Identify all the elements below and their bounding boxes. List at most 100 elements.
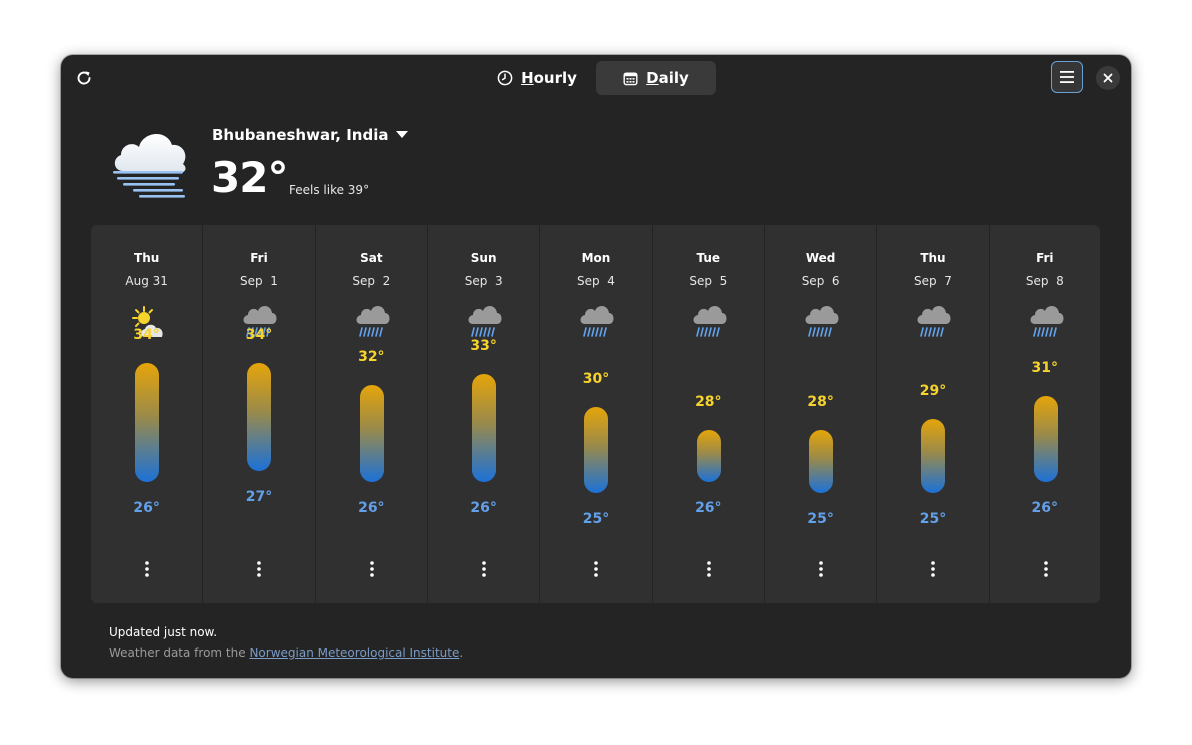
rain-cloud-icon (802, 303, 840, 343)
clock-icon (497, 70, 513, 86)
refresh-icon (77, 71, 91, 85)
day-column: Thu Aug 31 34° 26° (91, 225, 204, 603)
day-column: Thu Sep 7 29° 25° (877, 225, 990, 603)
close-icon (1103, 73, 1113, 83)
temperature-range-bar (921, 418, 946, 493)
day-name: Thu (920, 251, 946, 265)
source-suffix: . (459, 646, 464, 660)
update-status: Updated just now. (109, 625, 218, 639)
temperature-range-bar (471, 374, 496, 482)
more-vertical-icon (482, 561, 486, 577)
low-temperature: 25° (807, 511, 834, 527)
chevron-down-icon (396, 131, 409, 138)
day-name: Tue (696, 251, 721, 265)
data-source: Weather data from the Norwegian Meteorol… (109, 646, 463, 660)
day-name: Wed (805, 251, 836, 265)
low-temperature: 26° (358, 499, 385, 516)
low-temperature: 26° (133, 499, 160, 516)
day-details-button[interactable] (586, 558, 606, 580)
day-column: Tue Sep 5 28° 26° (653, 225, 765, 603)
more-vertical-icon (1043, 561, 1048, 577)
day-details-button[interactable] (1036, 558, 1056, 580)
temperature-range-bar (808, 429, 833, 493)
more-vertical-icon (594, 561, 599, 577)
day-name: Mon (581, 251, 611, 265)
tab-hourly[interactable]: Hourly (478, 61, 596, 95)
day-column: Fri Sep 8 31° 26° (990, 225, 1100, 603)
fog-cloud-icon (113, 133, 186, 198)
low-temperature: 26° (1031, 499, 1059, 516)
day-details-button[interactable] (137, 558, 157, 580)
source-prefix: Weather data from the (109, 646, 250, 660)
high-temperature: 28° (695, 393, 722, 410)
low-temperature: 27° (245, 488, 273, 505)
day-name: Fri (250, 251, 268, 265)
day-date: Sep 7 (914, 274, 952, 288)
more-vertical-icon (145, 561, 149, 577)
day-date: Aug 31 (125, 274, 168, 288)
hamburger-menu-icon (1060, 71, 1074, 83)
high-temperature: 34° (133, 327, 160, 343)
day-column: Wed Sep 6 28° 25° (765, 225, 878, 603)
temperature-range-bar (584, 407, 609, 493)
day-date: Sep 6 (801, 274, 840, 288)
tab-daily[interactable]: Daily (596, 61, 716, 95)
temperature-range-bar (1033, 396, 1058, 482)
day-details-button[interactable] (923, 558, 943, 580)
day-name: Fri (1036, 251, 1054, 265)
high-temperature: 28° (807, 393, 834, 410)
rain-cloud-icon (577, 303, 615, 343)
high-temperature: 30° (582, 371, 610, 388)
low-temperature: 26° (695, 499, 722, 516)
day-date: Sep 8 (1025, 274, 1064, 288)
more-vertical-icon (369, 561, 374, 577)
feels-like: Feels like 39° (289, 183, 370, 197)
daily-forecast-panel: Thu Aug 31 34° 26° Fri Sep 1 34° 27° Sat Sep 2 32°… (91, 225, 1100, 603)
tab-daily-label: Daily (646, 69, 689, 87)
high-temperature: 33° (470, 338, 497, 355)
day-name: Sat (360, 251, 383, 265)
header-bar: Hourly Daily (61, 55, 1131, 101)
day-column: Sat Sep 2 32° 26° (316, 225, 428, 603)
view-switcher: Hourly Daily (478, 61, 716, 95)
temperature-range-bar (696, 429, 721, 482)
day-column: Fri Sep 1 34° 27° (203, 225, 316, 603)
temperature-range-bar (247, 363, 272, 471)
day-details-button[interactable] (699, 558, 719, 580)
location-name: Bhubaneshwar, India (212, 126, 389, 144)
high-temperature: 31° (1031, 360, 1059, 377)
low-temperature: 26° (470, 499, 497, 516)
day-date: Sep 5 (689, 274, 728, 288)
day-details-button[interactable] (474, 558, 494, 580)
rain-cloud-icon (353, 303, 391, 343)
day-column: Sun Sep 3 33° 26° (428, 225, 541, 603)
day-details-button[interactable] (811, 558, 831, 580)
rain-cloud-icon (1027, 303, 1065, 343)
high-temperature: 29° (919, 382, 947, 399)
day-date: Sep 3 (464, 274, 503, 288)
refresh-button[interactable] (69, 63, 99, 93)
close-button[interactable] (1096, 66, 1120, 90)
day-details-button[interactable] (362, 558, 382, 580)
rain-cloud-icon (465, 303, 503, 343)
day-date: Sep 4 (577, 274, 615, 288)
more-vertical-icon (819, 561, 823, 577)
temperature-range-bar (135, 363, 159, 482)
day-name: Sun (470, 251, 497, 265)
more-vertical-icon (931, 561, 936, 577)
day-date: Sep 2 (352, 274, 391, 288)
main-menu-button[interactable] (1051, 61, 1083, 93)
current-temperature: 32° (211, 153, 288, 202)
tab-hourly-label: Hourly (521, 69, 577, 87)
location-selector[interactable]: Bhubaneshwar, India (212, 126, 409, 144)
more-vertical-icon (257, 561, 262, 577)
more-vertical-icon (706, 561, 711, 577)
met-institute-link[interactable]: Norwegian Meteorological Institute (249, 646, 459, 660)
day-column: Mon Sep 4 30° 25° (540, 225, 653, 603)
high-temperature: 32° (358, 349, 385, 366)
day-details-button[interactable] (249, 558, 269, 580)
low-temperature: 25° (919, 511, 947, 527)
day-date: Sep 1 (240, 274, 278, 288)
low-temperature: 25° (582, 511, 610, 527)
calendar-icon (623, 72, 638, 85)
